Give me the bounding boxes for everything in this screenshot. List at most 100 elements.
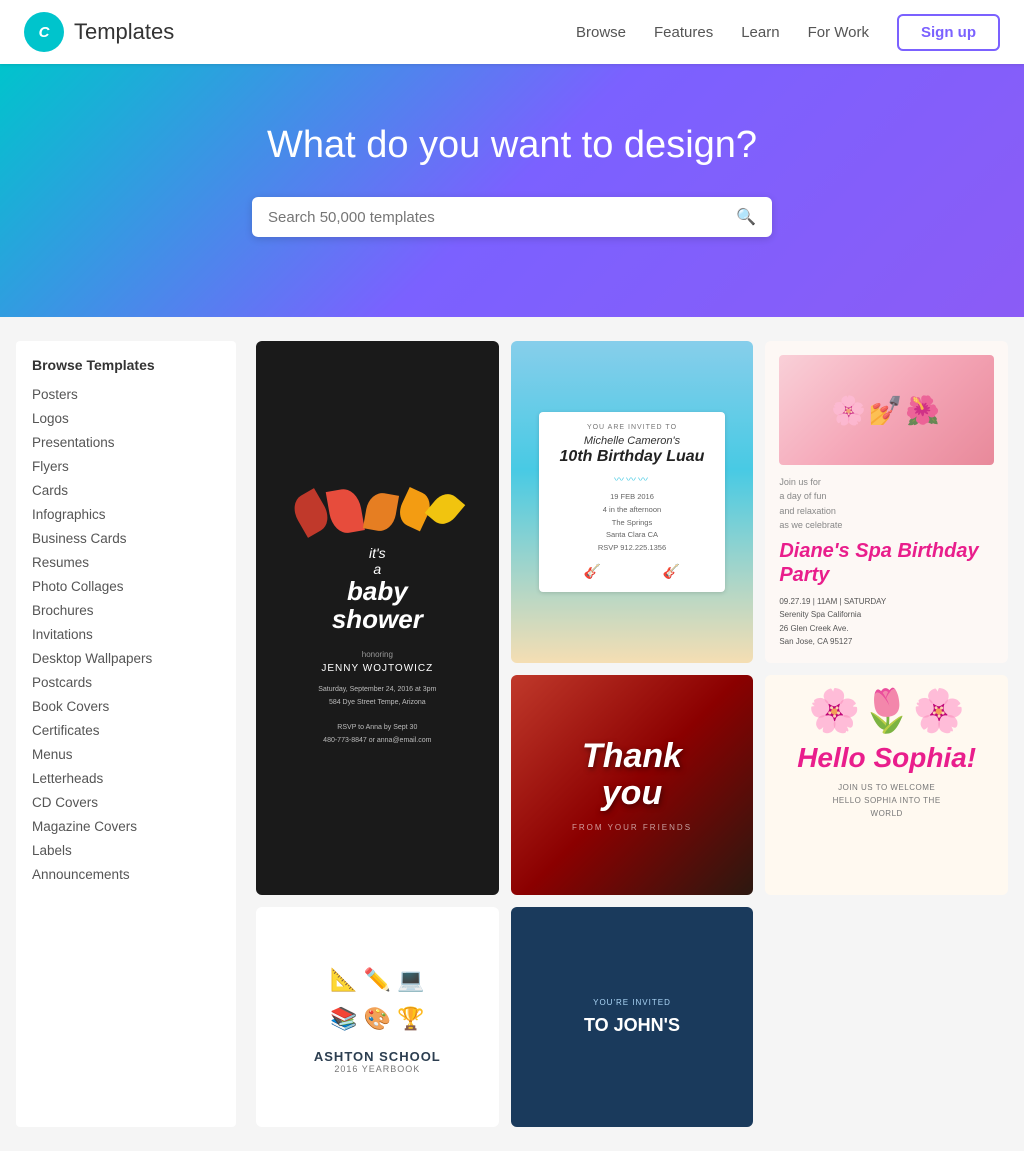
birthday-person-name: Michelle Cameron's	[553, 435, 710, 447]
leaf-bright-yellow	[425, 488, 465, 529]
template-card[interactable]: it's a baby shower honoring JENNY WOJTOW…	[256, 341, 499, 895]
sidebar-item-posters[interactable]: Posters	[32, 387, 78, 402]
template-card[interactable]: YOU ARE INVITED TO Michelle Cameron's 10…	[511, 341, 754, 663]
sidebar-item-business-cards[interactable]: Business Cards	[32, 531, 127, 546]
list-item: Labels	[32, 839, 220, 863]
site-title: Templates	[74, 19, 174, 45]
leaf-orange	[363, 490, 399, 533]
list-item: CD Covers	[32, 791, 220, 815]
sidebar-item-book-covers[interactable]: Book Covers	[32, 699, 109, 714]
nav-features[interactable]: Features	[654, 24, 713, 41]
a-label: a	[332, 561, 423, 577]
sidebar-item-cards[interactable]: Cards	[32, 483, 68, 498]
list-item: Logos	[32, 407, 220, 431]
list-item: Infographics	[32, 503, 220, 527]
logo-link[interactable]: C Templates	[24, 12, 174, 52]
template-card[interactable]: YOU'RE INVITED TO JOHN'S	[511, 907, 754, 1127]
its-label: it's	[332, 545, 423, 561]
birthday-card-inner: YOU ARE INVITED TO Michelle Cameron's 10…	[539, 412, 724, 592]
sidebar-item-resumes[interactable]: Resumes	[32, 555, 89, 570]
search-icon: 🔍	[736, 207, 756, 227]
baby-shower-details: Saturday, September 24, 2016 at 3pm584 D…	[318, 684, 436, 747]
thank-you-content: Thankyou FROM YOUR FRIENDS	[572, 738, 692, 832]
hero-section: What do you want to design? 🔍	[0, 64, 1024, 317]
sidebar-list: Posters Logos Presentations Flyers Cards…	[32, 383, 220, 887]
sidebar-item-announcements[interactable]: Announcements	[32, 867, 130, 882]
search-input[interactable]	[268, 209, 736, 226]
sidebar-heading: Browse Templates	[32, 357, 220, 373]
spa-decoration: 🌸💅🌺	[831, 394, 942, 427]
hello-sophia-text: Hello Sophia!	[797, 742, 976, 774]
nav-learn[interactable]: Learn	[741, 24, 779, 41]
list-item: Flyers	[32, 455, 220, 479]
template-card[interactable]: 🌸💅🌺 Join us fora day of funand relaxatio…	[765, 341, 1008, 663]
sidebar-item-postcards[interactable]: Postcards	[32, 675, 92, 690]
sidebar-item-cd-covers[interactable]: CD Covers	[32, 795, 98, 810]
school-icons-decoration: 📐 ✏️ 💻📚 🎨 🏆	[330, 960, 424, 1039]
list-item: Certificates	[32, 719, 220, 743]
list-item: Presentations	[32, 431, 220, 455]
sidebar: Browse Templates Posters Logos Presentat…	[16, 341, 236, 1127]
list-item: Business Cards	[32, 527, 220, 551]
list-item: Announcements	[32, 863, 220, 887]
leaf-orange-red	[326, 486, 365, 535]
list-item: Invitations	[32, 623, 220, 647]
hero-title: What do you want to design?	[20, 124, 1004, 167]
sidebar-item-logos[interactable]: Logos	[32, 411, 69, 426]
spa-photo: 🌸💅🌺	[779, 355, 994, 465]
list-item: Menus	[32, 743, 220, 767]
sidebar-item-invitations[interactable]: Invitations	[32, 627, 93, 642]
list-item: Letterheads	[32, 767, 220, 791]
spa-details: 09.27.19 | 11AM | SATURDAYSerenity Spa C…	[779, 595, 994, 649]
ukulele-icon-left: 🎸	[584, 563, 601, 580]
sidebar-item-menus[interactable]: Menus	[32, 747, 73, 762]
birthday-details: 19 FEB 20164 in the afternoonThe Springs…	[553, 491, 710, 555]
template-card[interactable]: 📐 ✏️ 💻📚 🎨 🏆 ASHTON SCHOOL 2016 YEARBOOK	[256, 907, 499, 1127]
sidebar-item-flyers[interactable]: Flyers	[32, 459, 69, 474]
templates-grid: it's a baby shower honoring JENNY WOJTOW…	[256, 341, 1008, 1127]
list-item: Photo Collages	[32, 575, 220, 599]
list-item: Resumes	[32, 551, 220, 575]
nav-browse[interactable]: Browse	[576, 24, 626, 41]
list-item: Desktop Wallpapers	[32, 647, 220, 671]
floral-decoration: 🌸🌷🌸	[808, 687, 965, 736]
sidebar-item-certificates[interactable]: Certificates	[32, 723, 100, 738]
sidebar-item-magazine-covers[interactable]: Magazine Covers	[32, 819, 137, 834]
sidebar-item-letterheads[interactable]: Letterheads	[32, 771, 103, 786]
leaf-decoration	[296, 493, 458, 537]
list-item: Posters	[32, 383, 220, 407]
list-item: Book Covers	[32, 695, 220, 719]
logo-icon: C	[24, 12, 64, 52]
main-nav: Browse Features Learn For Work Sign up	[576, 14, 1000, 51]
birthday-wave: 〰〰〰	[553, 471, 710, 486]
honoring-label: honoring	[362, 648, 393, 662]
thank-you-text: Thankyou	[572, 738, 692, 813]
invited-label: YOU ARE INVITED TO	[553, 424, 710, 431]
spa-intro: Join us fora day of funand relaxationas …	[779, 475, 994, 533]
baby-shower-text: it's a baby shower	[332, 545, 423, 634]
shower-label: shower	[332, 605, 423, 634]
invitation-invited-label: YOU'RE INVITED	[593, 998, 671, 1007]
sidebar-item-infographics[interactable]: Infographics	[32, 507, 106, 522]
sidebar-item-desktop-wallpapers[interactable]: Desktop Wallpapers	[32, 651, 152, 666]
school-name: ASHTON SCHOOL	[314, 1049, 441, 1064]
list-item: Postcards	[32, 671, 220, 695]
list-item: Brochures	[32, 599, 220, 623]
thank-you-subtext: FROM YOUR FRIENDS	[572, 823, 692, 832]
template-card[interactable]: Thankyou FROM YOUR FRIENDS	[511, 675, 754, 895]
sidebar-item-presentations[interactable]: Presentations	[32, 435, 115, 450]
nav-for-work[interactable]: For Work	[808, 24, 869, 41]
sidebar-item-brochures[interactable]: Brochures	[32, 603, 94, 618]
birthday-event-title: 10th Birthday Luau	[553, 447, 710, 466]
school-year: 2016 YEARBOOK	[334, 1064, 420, 1074]
search-bar: 🔍	[252, 197, 772, 237]
template-card[interactable]: 🌸🌷🌸 Hello Sophia! JOIN US TO WELCOMEHELL…	[765, 675, 1008, 895]
list-item: Cards	[32, 479, 220, 503]
spa-title: Diane's Spa Birthday Party	[779, 539, 994, 587]
signup-button[interactable]: Sign up	[897, 14, 1000, 51]
sidebar-item-photo-collages[interactable]: Photo Collages	[32, 579, 124, 594]
main-content: Browse Templates Posters Logos Presentat…	[0, 317, 1024, 1151]
sidebar-item-labels[interactable]: Labels	[32, 843, 72, 858]
baby-label: baby	[332, 577, 423, 606]
ukulele-icon-right: 🎸	[663, 563, 680, 580]
